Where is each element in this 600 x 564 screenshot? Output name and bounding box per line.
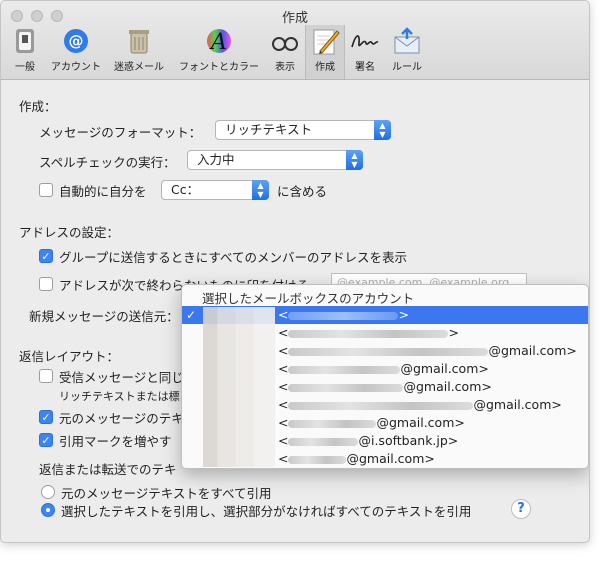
toolbar-junk[interactable]: 迷惑メール — [109, 27, 169, 77]
menu-item-prefix: < — [278, 397, 289, 412]
group-addresses-label: グループに送信するときにすべてのメンバーのアドレスを表示 — [59, 250, 408, 265]
popup-arrows-icon: ▲ ▼ — [374, 120, 391, 140]
forward-heading: 返信または転送でのテキ — [39, 462, 177, 477]
menu-item-suffix: > — [448, 325, 459, 340]
menu-item-prefix: < — [278, 307, 289, 322]
quote-text-label: 元のメッセージのテキ — [59, 411, 184, 426]
popup-arrows-icon: ▲ ▼ — [252, 180, 269, 200]
compose-heading: 作成： — [19, 99, 57, 114]
menu-item-prefix: < — [278, 361, 289, 376]
reply-heading: 返信レイアウト： — [19, 349, 120, 364]
mark-addresses-checkbox[interactable] — [39, 277, 53, 291]
help-button[interactable]: ? — [511, 499, 531, 519]
toolbar-signatures[interactable]: 署名 — [347, 27, 383, 77]
glasses-icon — [270, 27, 300, 55]
window-title: 作成 — [281, 11, 308, 26]
redacted-text — [288, 347, 489, 356]
menu-item-prefix: < — [278, 379, 289, 394]
redacted-text — [288, 419, 377, 428]
redacted-text — [288, 365, 401, 374]
spellcheck-popup[interactable]: 入力中 ▲ ▼ — [187, 150, 363, 170]
increase-quote-checkbox[interactable]: ✓ — [39, 433, 53, 447]
format-label: メッセージのフォーマット： — [39, 125, 202, 140]
address-heading: アドレスの設定： — [19, 225, 120, 240]
pencil-paper-icon — [310, 27, 340, 55]
send-from-label: 新規メッセージの送信元： — [29, 309, 179, 324]
popup-arrows-icon: ▲ ▼ — [346, 150, 363, 170]
account-dropdown-menu: 選択したメールボックスのアカウント ✓ < > < > < @gmail.com> <… — [181, 284, 589, 469]
toolbar-rules-label: ルール — [392, 62, 422, 73]
increase-quote-label: 引用マークを増やす — [59, 434, 172, 449]
toolbar-junk-label: 迷惑メール — [114, 62, 164, 73]
at-sign-icon: @ — [61, 27, 91, 55]
radio-quote-selected[interactable] — [41, 503, 55, 517]
signature-icon — [350, 27, 380, 55]
menu-item-suffix: > — [398, 307, 409, 322]
checkmark-icon: ✓ — [186, 308, 197, 322]
spellcheck-popup-value: 入力中 — [197, 152, 235, 167]
auto-self-checkbox[interactable] — [39, 183, 53, 197]
menu-item-suffix: @gmail.com> — [488, 343, 577, 358]
quote-text-checkbox[interactable]: ✓ — [39, 410, 53, 424]
auto-self-popup[interactable]: Cc： ▲ ▼ — [161, 180, 269, 200]
toolbar-general[interactable]: 一般 — [5, 27, 45, 77]
rules-envelope-icon — [392, 27, 422, 55]
menu-header: 選択したメールボックスのアカウント — [202, 291, 415, 306]
redacted-names-block — [203, 307, 275, 467]
format-popup[interactable]: リッチテキスト ▲ ▼ — [215, 120, 391, 140]
svg-text:@: @ — [69, 32, 84, 50]
menu-item-suffix: @gmail.com> — [346, 451, 435, 466]
junk-trash-icon — [124, 27, 154, 55]
toolbar-accounts[interactable]: @ アカウント — [47, 27, 105, 77]
same-format-checkbox[interactable] — [39, 369, 53, 383]
redacted-text — [288, 455, 347, 464]
toolbar-composing-label: 作成 — [315, 62, 335, 73]
menu-item-prefix: < — [278, 415, 289, 430]
redacted-text — [288, 383, 404, 392]
toolbar-fonts-colors-label: フォントとカラー — [179, 62, 259, 73]
redacted-text — [288, 311, 399, 320]
menu-item-prefix: < — [278, 433, 289, 448]
spellcheck-label: スペルチェックの実行： — [39, 155, 176, 170]
auto-self-label: 自動的に自分を — [59, 184, 147, 199]
general-switch-icon — [10, 27, 40, 55]
font-color-icon: A — [204, 27, 234, 55]
redacted-text — [288, 329, 449, 338]
toolbar-fonts-colors[interactable]: A フォントとカラー — [173, 27, 265, 77]
toolbar-viewing[interactable]: 表示 — [267, 27, 303, 77]
toolbar-viewing-label: 表示 — [275, 62, 295, 73]
menu-item-suffix: @i.softbank.jp> — [358, 433, 459, 448]
menu-item-prefix: < — [278, 343, 289, 358]
radio-quote-selected-label: 選択したテキストを引用し、選択部分がなければすべてのテキストを引用 — [61, 504, 472, 519]
menu-item-suffix: @gmail.com> — [473, 397, 562, 412]
title-toolbar: 作成 一般 @ アカウント 迷惑メール A フォントとカラー 表示 作成 署名 … — [1, 1, 589, 80]
same-format-label: 受信メッセージと同じ — [59, 370, 184, 385]
radio-quote-all-label: 元のメッセージテキストをすべて引用 — [61, 486, 272, 501]
toolbar-signatures-label: 署名 — [355, 62, 375, 73]
redacted-text — [288, 437, 359, 446]
toolbar-accounts-label: アカウント — [51, 62, 101, 73]
group-addresses-checkbox[interactable]: ✓ — [39, 249, 53, 263]
auto-self-popup-value: Cc： — [171, 182, 200, 197]
toolbar-composing[interactable]: 作成 — [305, 25, 345, 79]
toolbar-rules[interactable]: ルール — [387, 27, 427, 77]
auto-self-suffix: に含める — [277, 184, 328, 199]
same-format-note: リッチテキストまたは標 — [59, 390, 180, 403]
format-popup-value: リッチテキスト — [225, 122, 313, 137]
menu-item-suffix: @gmail.com> — [400, 361, 489, 376]
menu-item-prefix: < — [278, 325, 289, 340]
redacted-text — [288, 401, 474, 410]
menu-item-suffix: @gmail.com> — [376, 415, 465, 430]
svg-text:A: A — [209, 30, 227, 55]
radio-quote-all[interactable] — [41, 485, 55, 499]
menu-item-prefix: < — [278, 451, 289, 466]
toolbar-general-label: 一般 — [15, 62, 35, 73]
preferences-window: 作成 一般 @ アカウント 迷惑メール A フォントとカラー 表示 作成 署名 … — [0, 0, 590, 543]
menu-item-suffix: @gmail.com> — [403, 379, 492, 394]
